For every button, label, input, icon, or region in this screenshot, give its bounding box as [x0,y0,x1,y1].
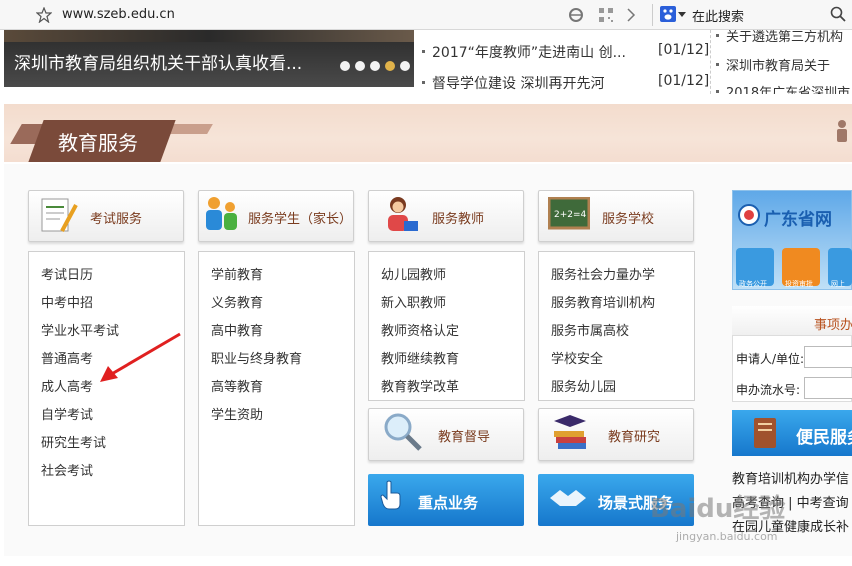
list-item[interactable]: 研究生考试 [41,432,106,451]
list-item[interactable]: 社会考试 [41,460,93,479]
dropdown-arrow-icon[interactable] [678,12,686,18]
search-icon[interactable] [830,6,846,22]
category-label: 服务学生（家长） [248,212,353,227]
news-link[interactable]: 深圳市教育局关于 [726,55,830,74]
baidu-paw-icon[interactable] [660,6,676,22]
bullet [422,81,425,84]
handshake-icon [550,490,586,506]
exam-service-list: 考试日历 中考中招 学业水平考试 普通高考 成人高考 自学考试 研究生考试 社会… [28,251,185,526]
slide-dot[interactable] [355,61,365,71]
news-link[interactable]: 关于遴选第三方机构 [726,30,843,45]
teacher-icon [388,197,418,231]
list-item[interactable]: 义务教育 [211,292,263,311]
bullet [716,34,719,37]
bullet [716,63,719,66]
mini-icon-label: 政务公开 [739,280,767,288]
section-title: 教育服务 [58,131,138,155]
ie-compat-icon[interactable] [568,7,584,23]
qr-code-icon[interactable] [598,7,614,23]
news-link[interactable]: 2017“年度教师”走进南山 创... [432,42,626,62]
list-item[interactable]: 职业与终身教育 [211,348,302,367]
mini-icon-label: 网上 [831,280,845,288]
news-date: [01/12] [658,42,710,58]
toolbar-divider [652,4,653,26]
blackboard-icon: 2+2=4 [548,197,590,230]
news-date: [01/12] [658,73,710,89]
applicant-input[interactable] [804,346,852,368]
teacher-service-list: 幼儿园教师 新入职教师 教师资格认定 教师继续教育 教育教学改革 [368,251,525,401]
category-label: 服务学校 [602,212,655,227]
list-item[interactable]: 服务幼儿园 [551,376,616,395]
news-banner[interactable]: 深圳市教育局组织机关干部认真收看... [4,30,414,87]
browser-search-input[interactable]: 在此搜索 [692,6,744,25]
people-icon [206,197,237,230]
category-label: 服务教师 [432,212,485,227]
slide-dot-active[interactable] [385,61,395,71]
category-label: 考试服务 [90,212,143,227]
banner-caption[interactable]: 深圳市教育局组织机关干部认真收看... [14,49,302,74]
list-item[interactable]: 教育教学改革 [381,376,459,395]
serial-label: 申办流水号: [736,383,801,397]
news-link[interactable]: 督导学位建设 深圳再开先河 [432,73,604,93]
news-link[interactable]: 2018年广东省深圳市 [726,82,850,94]
bullet [422,50,425,53]
list-item[interactable]: 服务市属高校 [551,320,629,339]
applicant-label: 申请人/单位: [736,352,805,366]
query-title: 事项办 [814,318,852,333]
list-item[interactable]: 考试日历 [41,264,93,283]
watermark-url: jingyan.baidu.com [676,530,778,543]
mini-icon-label: 投资审批 [785,280,813,288]
supervision-label: 教育督导 [438,430,491,445]
watermark: Baidu经验 [650,494,786,524]
key-business-label: 重点业务 [418,494,479,512]
banner-photo-strip [4,30,414,42]
slide-dot[interactable] [400,61,410,71]
list-item[interactable]: 教师资格认定 [381,320,459,339]
notebook-icon [754,418,776,448]
hand-pointer-icon [380,480,401,510]
list-item[interactable]: 高等教育 [211,376,263,395]
list-item[interactable]: 高中教育 [211,320,263,339]
student-service-list: 学前教育 义务教育 高中教育 职业与终身教育 高等教育 学生资助 [198,251,355,526]
news-divider [710,30,711,94]
list-item[interactable]: 学校安全 [551,348,603,367]
list-item[interactable]: 自学考试 [41,404,93,423]
list-item[interactable]: 教师继续教育 [381,348,459,367]
red-arrow-annotation [100,332,181,382]
school-service-list: 服务社会力量办学 服务教育培训机构 服务市属高校 学校安全 服务幼儿园 [538,251,695,401]
list-item[interactable]: 服务教育培训机构 [551,292,655,311]
guangdong-portal-title: 广东省网 [764,210,832,230]
star-icon[interactable] [36,7,52,23]
list-item[interactable]: 服务社会力量办学 [551,264,655,283]
slide-dot[interactable] [370,61,380,71]
list-item[interactable]: 学前教育 [211,264,263,283]
right-link[interactable]: 教育培训机构办学信 [732,468,849,487]
svg-text:2+2=4: 2+2=4 [554,210,587,220]
person-icon [837,120,847,142]
list-item[interactable]: 普通高考 [41,348,93,367]
emblem-icon [738,204,760,226]
list-item[interactable]: 幼儿园教师 [381,264,446,283]
list-item[interactable]: 学生资助 [211,404,263,423]
convenience-service-label: 便民服务 [796,428,852,448]
slide-dot[interactable] [340,61,350,71]
right-news-list: 关于遴选第三方机构 深圳市教育局关于 2018年广东省深圳市 [716,30,852,94]
list-item[interactable]: 新入职教师 [381,292,446,311]
research-label: 教育研究 [608,430,661,445]
magnifier-icon [384,413,422,451]
list-item[interactable]: 中考中招 [41,292,93,311]
exam-paper-icon [41,198,78,232]
chevron-right-icon[interactable] [626,8,636,22]
bullet [716,90,719,93]
serial-input[interactable] [804,377,852,399]
list-item[interactable]: 成人高考 [41,376,93,395]
address-bar[interactable]: www.szeb.edu.cn [62,7,175,22]
books-icon [554,415,586,449]
